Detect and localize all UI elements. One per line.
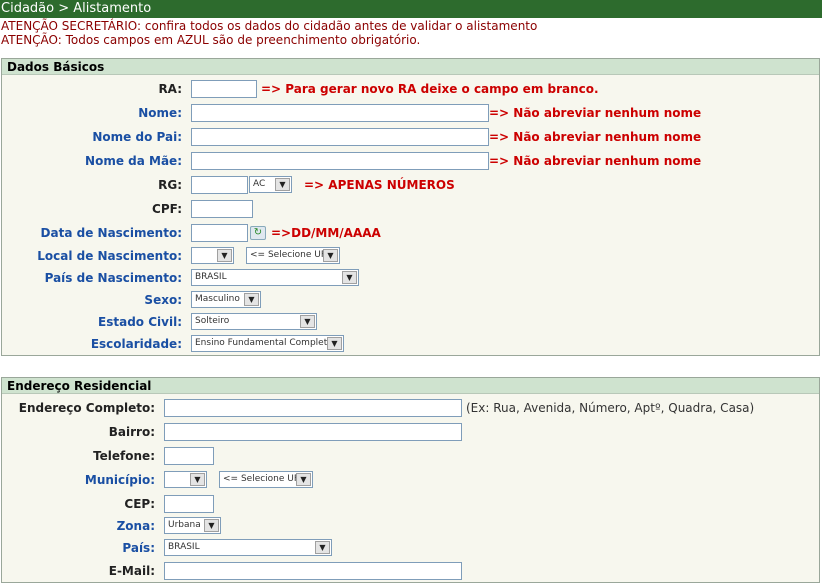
municipio-cidade-select[interactable]: <= Selecione UF ▼ [219, 471, 313, 488]
row-pais: País: BRASIL ▼ [2, 538, 819, 558]
nome-pai-input[interactable] [191, 128, 489, 146]
chevron-down-icon: ▼ [315, 541, 330, 554]
sexo-label: Sexo: [144, 293, 182, 307]
pais-nascimento-select[interactable]: BRASIL ▼ [191, 269, 359, 286]
row-nome: Nome: => Não abreviar nenhum nome [2, 103, 819, 123]
chevron-down-icon: ▼ [204, 519, 219, 532]
chevron-down-icon: ▼ [217, 249, 232, 262]
row-nome-mae: Nome da Mãe: => Não abreviar nenhum nome [2, 151, 819, 171]
ra-label: RA: [158, 82, 182, 96]
ra-hint: => Para gerar novo RA deixe o campo em b… [261, 82, 599, 96]
estado-civil-select[interactable]: Solteiro ▼ [191, 313, 317, 330]
pais-value: BRASIL [168, 542, 200, 552]
row-pais-nascimento: País de Nascimento: BRASIL ▼ [2, 268, 819, 288]
nome-mae-label: Nome da Mãe: [85, 154, 182, 168]
panel-endereco: Endereço Residencial Endereço Completo: … [1, 377, 820, 583]
local-cidade-value: <= Selecione UF [250, 250, 327, 260]
pais-nascimento-label: País de Nascimento: [44, 271, 182, 285]
cpf-label: CPF: [152, 202, 182, 216]
escolaridade-value: Ensino Fundamental Completo [195, 338, 333, 348]
nome-input[interactable] [191, 104, 489, 122]
rg-uf-value: AC [253, 179, 266, 189]
municipio-uf-select[interactable]: ▼ [164, 471, 207, 488]
nome-pai-label: Nome do Pai: [92, 130, 182, 144]
escolaridade-label: Escolaridade: [90, 337, 182, 351]
row-cep: CEP: [2, 494, 819, 514]
chevron-down-icon: ▼ [342, 271, 357, 284]
sexo-value: Masculino [195, 294, 240, 304]
chevron-down-icon: ▼ [244, 293, 259, 306]
estado-civil-label: Estado Civil: [98, 315, 182, 329]
telefone-label: Telefone: [93, 449, 155, 463]
row-municipio: Município: ▼ <= Selecione UF ▼ [2, 470, 819, 490]
cpf-input[interactable] [191, 200, 253, 218]
ra-input[interactable] [191, 80, 257, 98]
bairro-label: Bairro: [108, 425, 155, 439]
row-email: E-Mail: [2, 561, 819, 581]
rg-uf-select[interactable]: AC ▼ [249, 176, 292, 193]
pais-select[interactable]: BRASIL ▼ [164, 539, 332, 556]
pais-label: País: [122, 541, 155, 555]
pais-nascimento-value: BRASIL [195, 272, 227, 282]
chevron-down-icon: ▼ [296, 473, 311, 486]
local-cidade-select[interactable]: <= Selecione UF ▼ [246, 247, 340, 264]
panel-dados-basicos: Dados Básicos RA: => Para gerar novo RA … [1, 58, 820, 356]
sexo-select[interactable]: Masculino ▼ [191, 291, 261, 308]
row-rg: RG: AC ▼ => APENAS NÚMEROS [2, 175, 819, 195]
nome-hint: => Não abreviar nenhum nome [489, 106, 702, 120]
municipio-cidade-value: <= Selecione UF [223, 474, 300, 484]
chevron-down-icon: ▼ [190, 473, 205, 486]
breadcrumb: Cidadão > Alistamento [0, 0, 822, 18]
cep-input[interactable] [164, 495, 214, 513]
row-telefone: Telefone: [2, 446, 819, 466]
rg-hint: => APENAS NÚMEROS [304, 178, 455, 192]
nascimento-label: Data de Nascimento: [40, 226, 182, 240]
row-estado-civil: Estado Civil: Solteiro ▼ [2, 312, 819, 332]
row-nome-pai: Nome do Pai: => Não abreviar nenhum nome [2, 127, 819, 147]
chevron-down-icon: ▼ [300, 315, 315, 328]
row-cpf: CPF: [2, 199, 819, 219]
chevron-down-icon: ▼ [275, 178, 290, 191]
chevron-down-icon: ▼ [323, 249, 338, 262]
endereco-completo-label: Endereço Completo: [18, 401, 155, 415]
rg-label: RG: [158, 178, 182, 192]
panel-title-dados-basicos: Dados Básicos [2, 59, 819, 75]
nome-mae-hint: => Não abreviar nenhum nome [489, 154, 702, 168]
email-input[interactable] [164, 562, 462, 580]
zona-label: Zona: [116, 519, 155, 533]
row-sexo: Sexo: Masculino ▼ [2, 290, 819, 310]
zona-value: Urbana [168, 520, 201, 530]
telefone-input[interactable] [164, 447, 214, 465]
zona-select[interactable]: Urbana ▼ [164, 517, 221, 534]
bairro-input[interactable] [164, 423, 462, 441]
escolaridade-select[interactable]: Ensino Fundamental Completo ▼ [191, 335, 344, 352]
row-escolaridade: Escolaridade: Ensino Fundamental Complet… [2, 334, 819, 354]
local-uf-select[interactable]: ▼ [191, 247, 234, 264]
row-bairro: Bairro: [2, 422, 819, 442]
local-nascimento-label: Local de Nascimento: [37, 249, 182, 263]
cep-label: CEP: [124, 497, 155, 511]
nascimento-input[interactable] [191, 224, 248, 242]
chevron-down-icon: ▼ [327, 337, 342, 350]
estado-civil-value: Solteiro [195, 316, 230, 326]
endereco-completo-hint: (Ex: Rua, Avenida, Número, Aptº, Quadra,… [466, 401, 755, 415]
warning-required-fields: ATENÇÃO: Todos campos em AZUL são de pre… [1, 33, 421, 47]
nome-pai-hint: => Não abreviar nenhum nome [489, 130, 702, 144]
panel-title-endereco: Endereço Residencial [2, 378, 819, 394]
row-endereco-completo: Endereço Completo: (Ex: Rua, Avenida, Nú… [2, 398, 819, 418]
row-local-nascimento: Local de Nascimento: ▼ <= Selecione UF ▼ [2, 246, 819, 266]
nome-mae-input[interactable] [191, 152, 489, 170]
nome-label: Nome: [138, 106, 182, 120]
email-label: E-Mail: [108, 564, 155, 578]
row-ra: RA: => Para gerar novo RA deixe o campo … [2, 79, 819, 99]
nascimento-hint: =>DD/MM/AAAA [271, 226, 381, 240]
row-nascimento: Data de Nascimento: ↻ =>DD/MM/AAAA [2, 223, 819, 243]
warning-secretario: ATENÇÃO SECRETÁRIO: confira todos os dad… [1, 19, 538, 33]
endereco-completo-input[interactable] [164, 399, 462, 417]
municipio-label: Município: [84, 473, 155, 487]
rg-input[interactable] [191, 176, 248, 194]
row-zona: Zona: Urbana ▼ [2, 516, 819, 536]
calendar-refresh-icon[interactable]: ↻ [250, 226, 266, 240]
